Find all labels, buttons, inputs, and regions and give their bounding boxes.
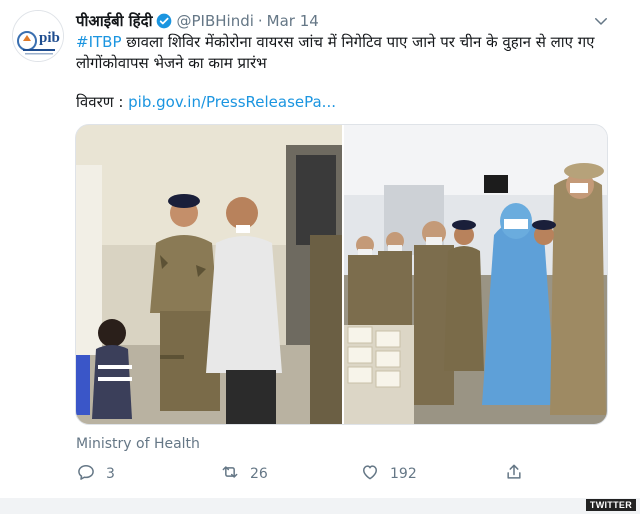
verified-icon: [156, 13, 172, 29]
photo-left[interactable]: [76, 125, 342, 424]
separator-dot: ·: [257, 12, 263, 30]
details-link[interactable]: pib.gov.in/PressReleasePa...: [128, 93, 336, 111]
tweet-actions: 3 26 192: [70, 462, 540, 488]
retweet-icon: [220, 462, 240, 486]
reply-count: 3: [106, 466, 115, 482]
footer-band: [0, 498, 640, 514]
pib-logo: pib: [13, 11, 63, 61]
svg-text:pib: pib: [39, 30, 60, 46]
like-icon: [360, 462, 380, 486]
like-count: 192: [390, 466, 417, 482]
retweet-count: 26: [250, 466, 268, 482]
share-button[interactable]: [504, 462, 524, 486]
hashtag-link[interactable]: #ITBP: [76, 33, 122, 51]
reply-button[interactable]: 3: [76, 462, 115, 486]
tweet-text: #ITBP छावला शिविर मेंकोरोना वायरस जांच म…: [76, 32, 616, 74]
avatar[interactable]: pib: [12, 10, 64, 62]
tweet-date[interactable]: Mar 14: [267, 12, 319, 30]
like-button[interactable]: 192: [360, 462, 417, 486]
tweet-body: छावला शिविर मेंकोरोना वायरस जांच में निग…: [76, 33, 595, 72]
reply-icon: [76, 462, 96, 486]
share-icon: [504, 462, 524, 486]
details-label: विवरण :: [76, 93, 129, 111]
details-line: विवरण : pib.gov.in/PressReleasePa...: [76, 92, 336, 113]
tweet-media[interactable]: [75, 124, 608, 425]
media-source-label[interactable]: Ministry of Health: [76, 436, 200, 452]
display-name[interactable]: पीआईबी हिंदी: [76, 11, 152, 31]
user-handle[interactable]: @PIBHindi: [176, 12, 253, 30]
watermark-label: TWITTER: [585, 499, 636, 511]
retweet-button[interactable]: 26: [220, 462, 268, 486]
tweet-header: पीआईबी हिंदी @PIBHindi · Mar 14: [76, 10, 319, 32]
photo-right[interactable]: [344, 125, 607, 424]
chevron-down-icon[interactable]: [592, 12, 610, 30]
